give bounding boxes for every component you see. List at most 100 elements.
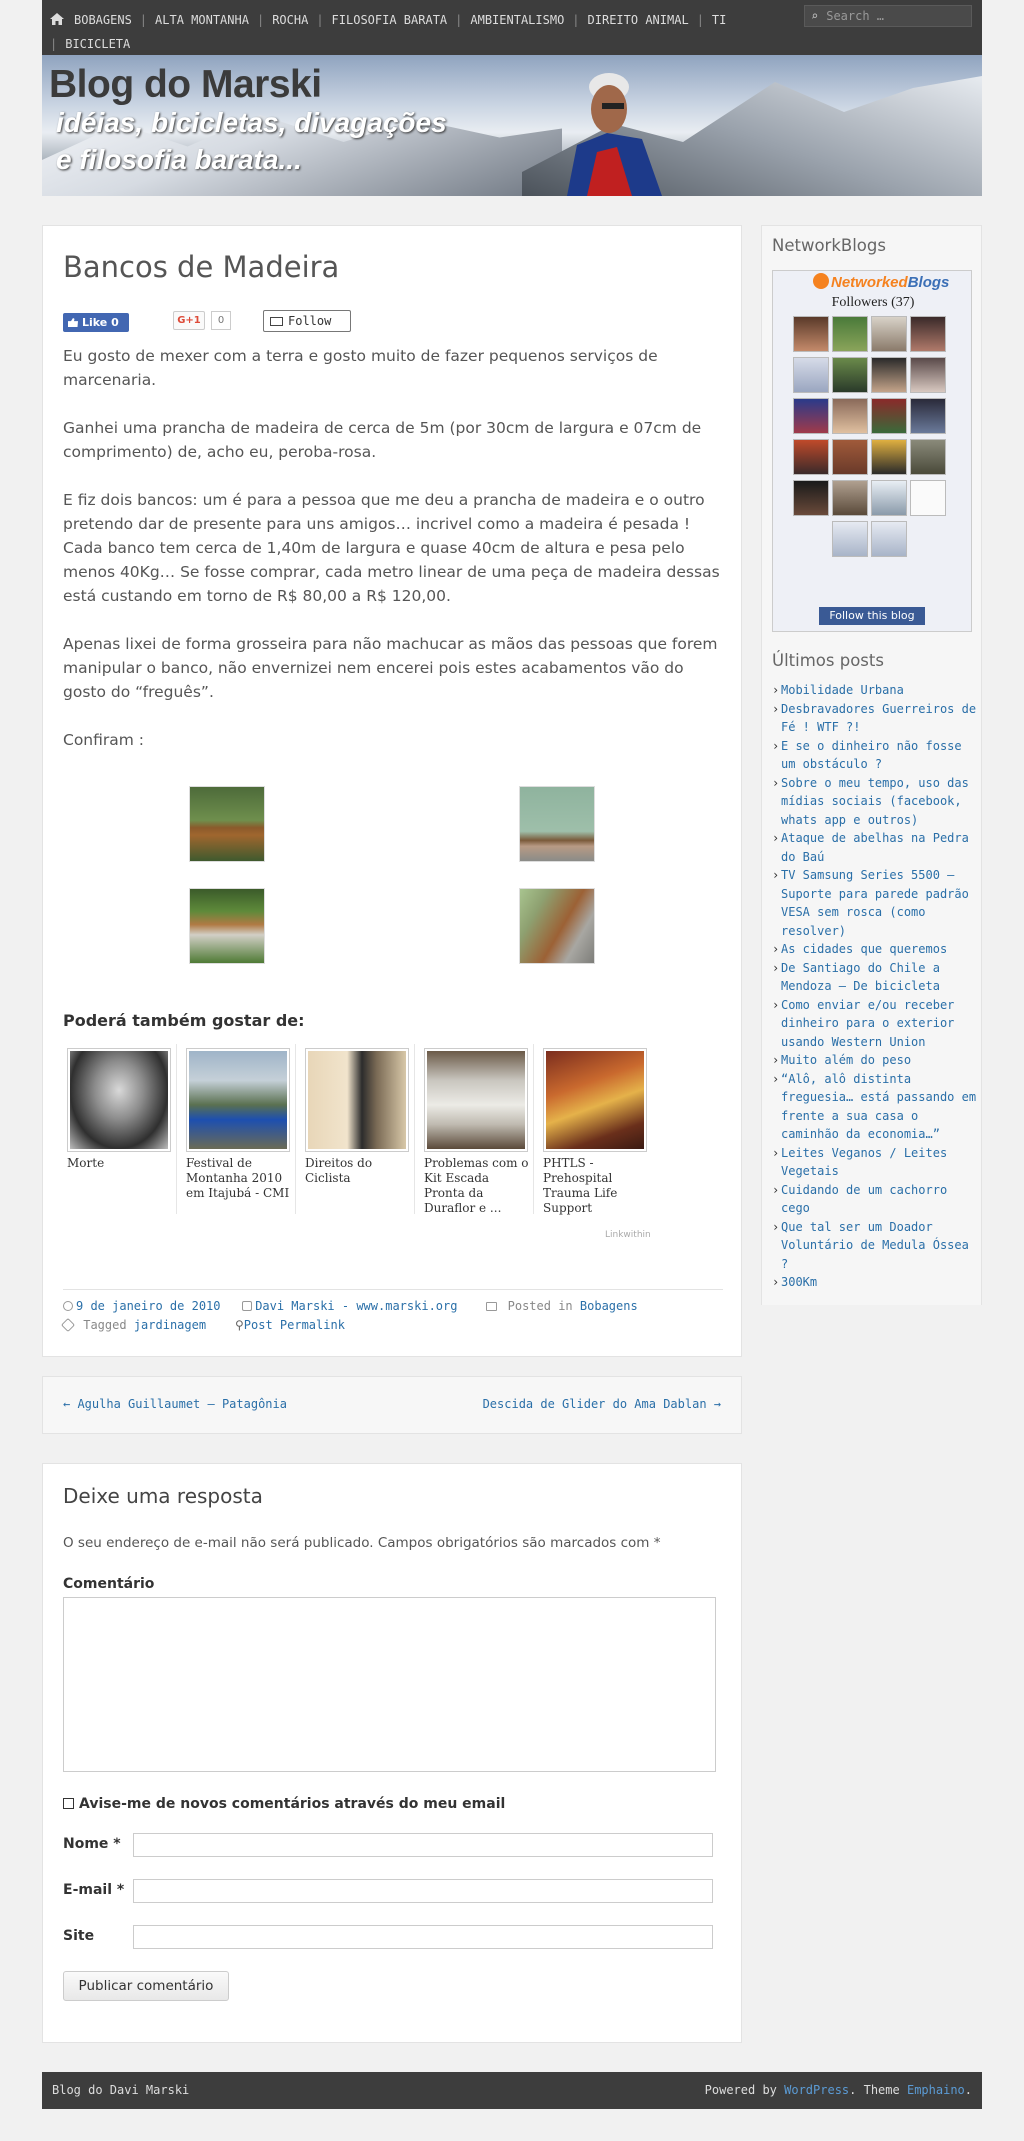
menu-item-ambientalismo[interactable]: AMBIENTALISMO	[470, 13, 564, 27]
follow-this-blog-button[interactable]: Follow this blog	[819, 607, 925, 625]
recent-post-link[interactable]: Ataque de abelhas na Pedra do Baú	[781, 831, 969, 864]
blog-title: Blog do Marski	[49, 63, 322, 106]
notify-label: Avise-me de novos comentários através do…	[79, 1796, 506, 1812]
permalink-link[interactable]: Post Permalink	[244, 1318, 345, 1332]
recent-post-link[interactable]: Sobre o meu tempo, uso das mídias sociai…	[781, 776, 969, 827]
menu-item-ti[interactable]: TI	[712, 13, 726, 27]
follower-avatar[interactable]	[910, 316, 946, 352]
related-post-caption[interactable]: Problemas com o Kit Escada Pronta da Dur…	[424, 1156, 529, 1216]
menu-item-alta-montanha[interactable]: ALTA MONTANHA	[155, 13, 249, 27]
related-post-caption[interactable]: PHTLS - Prehospital Trauma Life Support	[543, 1156, 649, 1216]
follower-avatar[interactable]	[832, 357, 868, 393]
related-post-thumbnail[interactable]	[305, 1048, 409, 1152]
bench-photo[interactable]	[519, 786, 595, 862]
recent-post-link[interactable]: Mobilidade Urbana	[781, 683, 904, 697]
follow-button[interactable]: Follow	[263, 310, 351, 332]
follower-avatar[interactable]	[793, 439, 829, 475]
post-paragraph: Ganhei uma prancha de madeira de cerca d…	[63, 419, 702, 461]
related-post-item[interactable]: Direitos do Ciclista	[301, 1044, 415, 1214]
bench-photo[interactable]	[189, 888, 265, 964]
email-field[interactable]	[133, 1879, 713, 1903]
related-post-item[interactable]: Morte	[63, 1044, 177, 1214]
follower-avatar[interactable]	[910, 357, 946, 393]
follower-avatar[interactable]	[871, 398, 907, 434]
related-post-item[interactable]: Festival de Montanha 2010 em Itajubá - C…	[182, 1044, 296, 1214]
recent-post-link[interactable]: Como enviar e/ou receber dinheiro para o…	[781, 998, 954, 1049]
recent-post-link[interactable]: “Alô, alô distinta freguesia… está passa…	[781, 1072, 976, 1142]
menu-item-direito-animal[interactable]: DIREITO ANIMAL	[588, 13, 689, 27]
networkblogs-logo[interactable]: NetworkedBlogs	[813, 273, 949, 291]
search-input[interactable]: ⌕ Search …	[804, 5, 972, 27]
networkblogs-widget: NetworkedBlogs Followers (37) Follow thi…	[772, 270, 972, 632]
related-post-item[interactable]: PHTLS - Prehospital Trauma Life Support	[539, 1044, 653, 1216]
related-post-item[interactable]: Problemas com o Kit Escada Pronta da Dur…	[420, 1044, 534, 1216]
recent-post-link[interactable]: De Santiago do Chile a Mendoza – De bici…	[781, 961, 940, 994]
previous-post-link[interactable]: ← Agulha Guillaumet – Patagônia	[63, 1397, 287, 1411]
next-post-link[interactable]: Descida de Glider do Ama Dablan →	[483, 1397, 721, 1411]
menu-item-rocha[interactable]: ROCHA	[272, 13, 308, 27]
menu-item-filosofia-barata[interactable]: FILOSOFIA BARATA	[332, 13, 448, 27]
bench-photo[interactable]	[519, 888, 595, 964]
follower-avatar[interactable]	[871, 521, 907, 557]
recent-post-link[interactable]: Muito além do peso	[781, 1053, 911, 1067]
recent-post-link[interactable]: TV Samsung Series 5500 – Suporte para pa…	[781, 868, 969, 938]
follower-avatar[interactable]	[832, 521, 868, 557]
follower-avatar[interactable]	[832, 398, 868, 434]
submit-comment-button[interactable]: Publicar comentário	[63, 1971, 229, 2001]
google-plus-button[interactable]: G+1	[173, 311, 205, 330]
category-link[interactable]: Bobagens	[580, 1299, 638, 1313]
notify-checkbox-row[interactable]: Avise-me de novos comentários através do…	[63, 1796, 505, 1812]
recent-post-link[interactable]: E se o dinheiro não fosse um obstáculo ?	[781, 739, 962, 772]
name-field[interactable]	[133, 1833, 713, 1857]
follower-avatar[interactable]	[832, 439, 868, 475]
notify-checkbox[interactable]	[63, 1798, 74, 1809]
author-link[interactable]: Davi Marski - www.marski.org	[255, 1299, 457, 1313]
bench-photo[interactable]	[189, 786, 265, 862]
follower-avatar[interactable]	[793, 480, 829, 516]
comment-form-heading: Deixe uma resposta	[63, 1484, 263, 1508]
site-field[interactable]	[133, 1925, 713, 1949]
follower-avatar[interactable]	[910, 480, 946, 516]
follower-avatar[interactable]	[832, 316, 868, 352]
follower-avatar[interactable]	[871, 316, 907, 352]
related-post-thumbnail[interactable]	[186, 1048, 290, 1152]
tag-link[interactable]: jardinagem	[134, 1318, 206, 1332]
post-navigation: ← Agulha Guillaumet – Patagônia Descida …	[42, 1376, 742, 1434]
follower-avatar[interactable]	[910, 398, 946, 434]
follower-avatar[interactable]	[793, 398, 829, 434]
header-banner[interactable]: Blog do Marski idéias, bicicletas, divag…	[42, 55, 982, 196]
menu-item-bicicleta[interactable]: BICICLETA	[65, 37, 130, 51]
recent-post-link[interactable]: Cuidando de um cachorro cego	[781, 1183, 947, 1216]
sidebar: NetworkBlogs NetworkedBlogs Followers (3…	[761, 225, 982, 1305]
theme-link[interactable]: Emphaino	[907, 2083, 965, 2097]
related-post-thumbnail[interactable]	[67, 1048, 171, 1152]
thumbs-up-icon	[68, 318, 78, 327]
related-post-caption[interactable]: Festival de Montanha 2010 em Itajubá - C…	[186, 1156, 291, 1201]
facebook-like-button[interactable]: Like 0	[63, 313, 129, 332]
follower-avatar[interactable]	[871, 480, 907, 516]
author-icon	[242, 1301, 253, 1311]
post-date-link[interactable]: 9 de janeiro de 2010	[76, 1299, 221, 1313]
comment-textarea[interactable]	[63, 1597, 716, 1772]
follower-avatar[interactable]	[793, 357, 829, 393]
recent-post-link[interactable]: 300Km	[781, 1275, 817, 1289]
linkwithin-credit[interactable]: Linkwithin	[605, 1230, 651, 1240]
follower-avatar[interactable]	[871, 357, 907, 393]
wordpress-link[interactable]: WordPress	[784, 2083, 849, 2097]
recent-post-link[interactable]: Que tal ser um Doador Voluntário de Medu…	[781, 1220, 969, 1271]
follower-avatar[interactable]	[910, 439, 946, 475]
follower-avatar[interactable]	[832, 480, 868, 516]
related-post-thumbnail[interactable]	[543, 1048, 647, 1152]
follower-avatar[interactable]	[793, 316, 829, 352]
follower-avatar[interactable]	[871, 439, 907, 475]
recent-post-link[interactable]: As cidades que queremos	[781, 942, 947, 956]
related-post-thumbnail[interactable]	[424, 1048, 528, 1152]
recent-post-link[interactable]: Leites Veganos / Leites Vegetais	[781, 1146, 947, 1179]
home-icon[interactable]	[50, 13, 64, 25]
tag-icon	[60, 1317, 76, 1333]
related-post-caption[interactable]: Direitos do Ciclista	[305, 1156, 410, 1186]
menu-item-bobagens[interactable]: BOBAGENS	[74, 13, 132, 27]
follow-label: Follow	[288, 314, 332, 328]
recent-post-link[interactable]: Desbravadores Guerreiros de Fé ! WTF ?!	[781, 702, 976, 735]
related-post-caption[interactable]: Morte	[67, 1156, 172, 1171]
